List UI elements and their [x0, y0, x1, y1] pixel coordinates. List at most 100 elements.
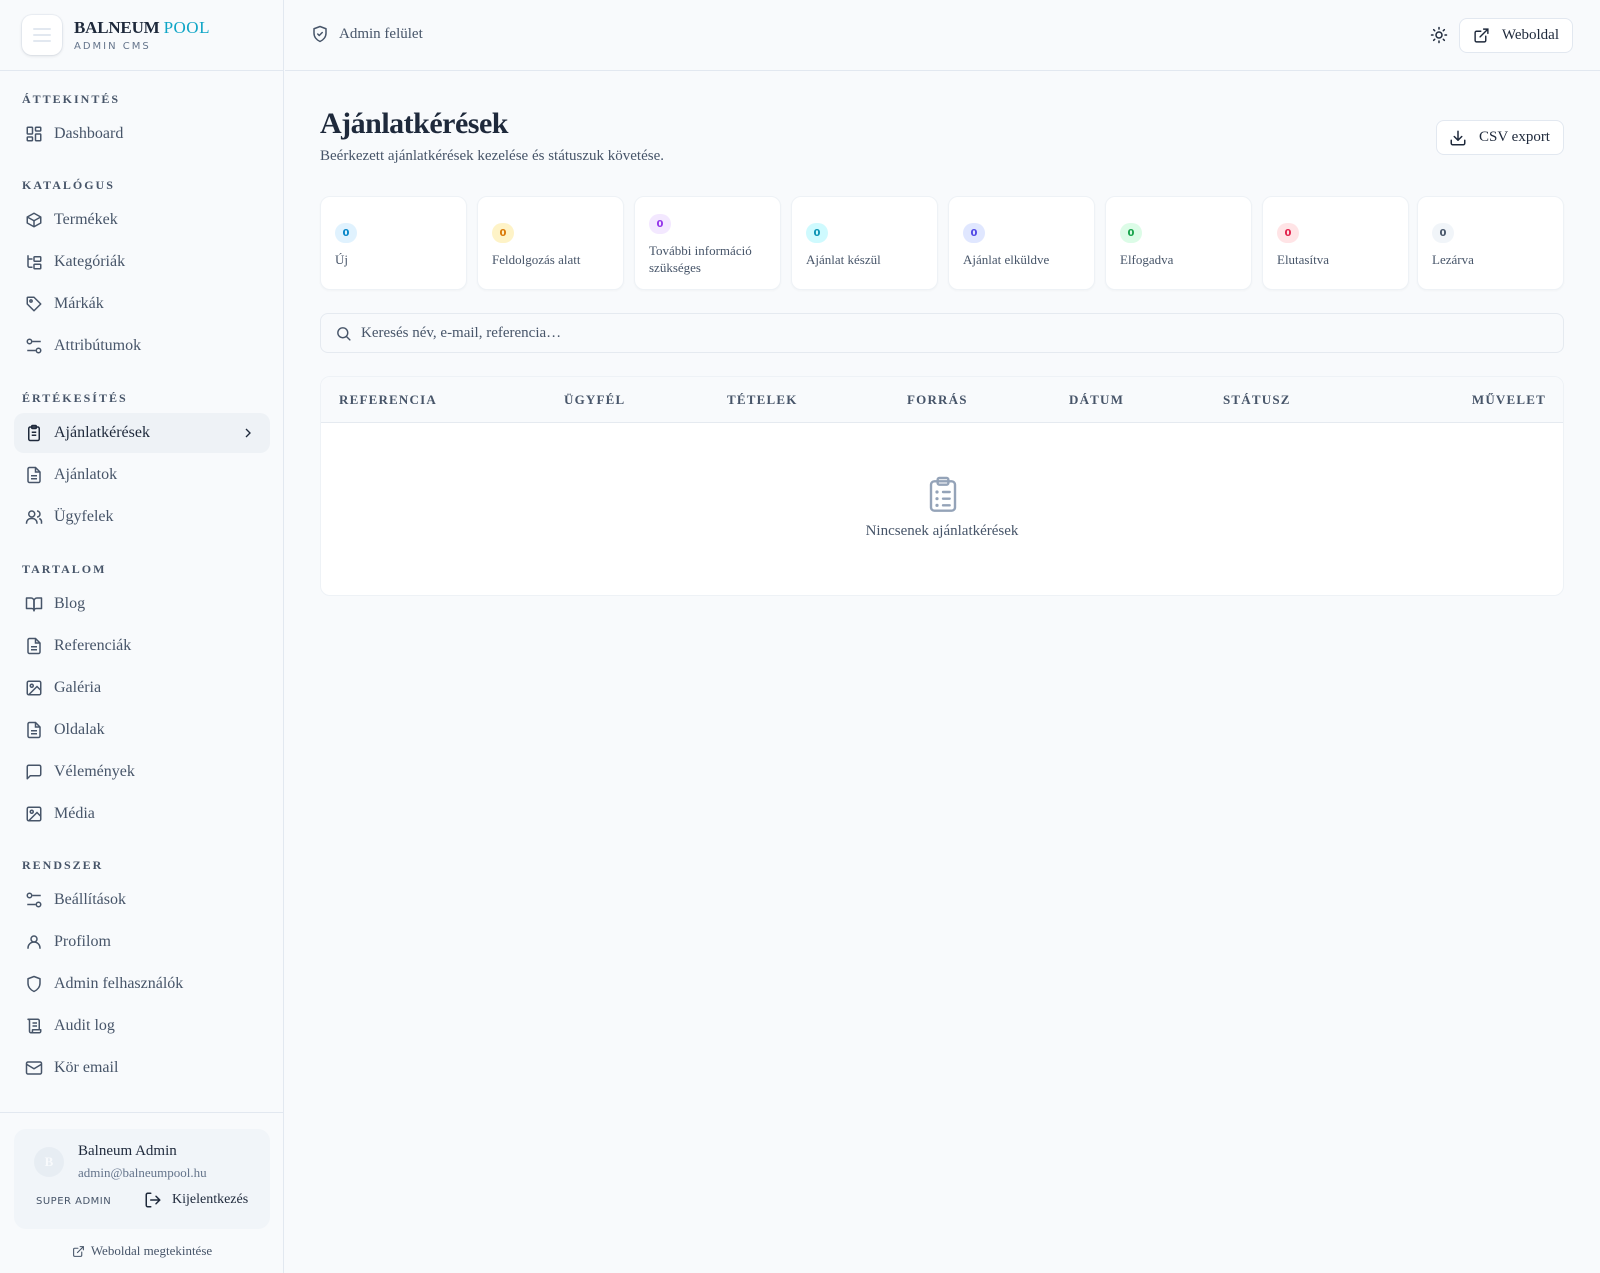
tag-icon — [26, 296, 42, 312]
user-name: Balneum Admin — [78, 1143, 177, 1159]
sidebar-item-label: Admin felhasználók — [54, 975, 184, 992]
sidebar-item-label: Ajánlatkérések — [54, 424, 150, 441]
sidebar-item-newsletter[interactable]: Kör email — [14, 1048, 270, 1088]
external-link-icon — [72, 1245, 84, 1257]
search-input[interactable] — [361, 314, 1541, 352]
message-icon — [26, 764, 42, 780]
sidebar-item-label: Kör email — [54, 1059, 119, 1076]
status-card-new[interactable]: 0 Új — [320, 196, 467, 290]
nav-section-system: RENDSZER — [22, 858, 104, 872]
nav-section-catalog: KATALÓGUS — [22, 178, 115, 192]
sidebar-item-label: Beállítások — [54, 891, 126, 908]
image-icon — [26, 680, 42, 696]
column-header-items[interactable]: TÉTELEK — [727, 392, 798, 408]
sidebar-item-settings[interactable]: Beállítások — [14, 880, 270, 920]
view-site-label: Weboldal megtekintése — [90, 1243, 213, 1258]
top-bar: Admin felület Weboldal — [285, 0, 1600, 71]
sidebar-item-profile[interactable]: Profilom — [14, 922, 270, 962]
menu-toggle-button[interactable] — [22, 15, 62, 55]
count-badge: 0 — [335, 223, 357, 243]
sidebar-item-label: Termékek — [54, 211, 118, 228]
brand-name: BALNEUM POOL — [74, 17, 210, 37]
logout-icon — [145, 1192, 161, 1208]
view-site-link[interactable]: Weboldal megtekintése — [0, 1243, 284, 1259]
sidebar-item-label: Dashboard — [54, 125, 124, 142]
sidebar-item-label: Vélemények — [54, 763, 135, 780]
sidebar-item-label: Kategóriák — [54, 253, 126, 270]
status-card-quote-sent[interactable]: 0 Ajánlat elküldve — [948, 196, 1095, 290]
sidebar-item-quotes[interactable]: Ajánlatok — [14, 455, 270, 495]
sidebar-item-gallery[interactable]: Galéria — [14, 668, 270, 708]
users-icon — [25, 510, 43, 524]
sidebar-item-blog[interactable]: Blog — [14, 584, 270, 624]
user-card: B Balneum Admin admin@balneumpool.hu SUP… — [14, 1129, 270, 1229]
status-card-accepted[interactable]: 0 Elfogadva — [1105, 196, 1252, 290]
status-card-quote-in-progress[interactable]: 0 Ajánlat készül — [791, 196, 938, 290]
search-icon — [337, 327, 351, 341]
status-card-closed[interactable]: 0 Lezárva — [1417, 196, 1564, 290]
sidebar-item-products[interactable]: Termékek — [14, 200, 270, 240]
column-header-source[interactable]: FORRÁS — [907, 392, 968, 408]
clipboard-list-icon — [929, 476, 957, 512]
sidebar-item-customers[interactable]: Ügyfelek — [14, 497, 270, 537]
scroll-icon — [27, 1018, 42, 1034]
sidebar-item-quote-requests[interactable]: Ajánlatkérések — [14, 413, 270, 453]
status-filter-cards: 0 Új 0 Feldolgozás alatt 0 További infor… — [320, 196, 1564, 290]
sidebar-item-label: Oldalak — [54, 721, 105, 738]
document-icon — [27, 721, 41, 739]
status-label: Elfogadva — [1120, 252, 1174, 267]
mail-icon — [25, 1061, 43, 1075]
count-badge: 0 — [1277, 223, 1299, 243]
theme-toggle-button[interactable] — [1430, 26, 1448, 44]
count-badge: 0 — [806, 223, 828, 243]
status-card-rejected[interactable]: 0 Elutasítva — [1262, 196, 1409, 290]
website-button[interactable]: Weboldal — [1458, 18, 1573, 53]
count-badge: 0 — [492, 223, 514, 243]
shield-check-icon — [313, 25, 327, 43]
column-header-customer[interactable]: ÜGYFÉL — [564, 392, 625, 408]
sun-icon — [1430, 26, 1448, 44]
column-header-reference[interactable]: REFERENCIA — [339, 392, 437, 408]
sidebar-item-attributes[interactable]: Attribútumok — [14, 326, 270, 366]
user-panel: B Balneum Admin admin@balneumpool.hu SUP… — [0, 1112, 284, 1273]
column-header-actions: MŰVELET — [1471, 392, 1546, 407]
status-card-processing[interactable]: 0 Feldolgozás alatt — [477, 196, 624, 290]
column-header-date[interactable]: DÁTUM — [1069, 392, 1124, 408]
nav-section-sales: ÉRTÉKESÍTÉS — [22, 391, 128, 405]
sidebar-item-label: Audit log — [54, 1017, 115, 1034]
nav-section-content: TARTALOM — [22, 562, 107, 576]
sidebar-item-admin-users[interactable]: Admin felhasználók — [14, 964, 270, 1004]
status-label: Új — [335, 252, 348, 267]
sidebar-item-dashboard[interactable]: Dashboard — [14, 114, 270, 154]
sidebar-item-label: Referenciák — [54, 637, 132, 654]
csv-export-button[interactable]: CSV export — [1436, 120, 1564, 155]
dashboard-icon — [26, 126, 42, 142]
count-badge: 0 — [1432, 223, 1454, 243]
sidebar-item-categories[interactable]: Kategóriák — [14, 242, 270, 282]
user-email: admin@balneumpool.hu — [78, 1165, 207, 1180]
status-card-info-needed[interactable]: 0 További információ szükséges — [634, 196, 781, 290]
sidebar-item-audit-log[interactable]: Audit log — [14, 1006, 270, 1046]
quote-requests-table: REFERENCIA ÜGYFÉL TÉTELEK FORRÁS DÁTUM S… — [320, 376, 1564, 596]
external-link-icon — [1474, 28, 1489, 43]
box-icon — [26, 212, 42, 228]
breadcrumb: Admin felület — [311, 25, 423, 43]
status-label: További információ szükséges — [649, 243, 752, 275]
folder-tree-icon — [27, 255, 42, 270]
sidebar-item-pages[interactable]: Oldalak — [14, 710, 270, 750]
sidebar-item-label: Blog — [54, 595, 86, 612]
sidebar-item-media[interactable]: Média — [14, 794, 270, 834]
column-header-status[interactable]: STÁTUSZ — [1223, 392, 1291, 408]
status-label: Elutasítva — [1277, 252, 1329, 267]
sidebar-item-references[interactable]: Referenciák — [14, 626, 270, 666]
sidebar-item-brands[interactable]: Márkák — [14, 284, 270, 324]
sidebar-item-reviews[interactable]: Vélemények — [14, 752, 270, 792]
role-badge: SUPER ADMIN — [36, 1196, 112, 1207]
user-icon — [27, 935, 41, 949]
sidebar-item-label: Média — [54, 805, 95, 822]
sidebar-item-label: Profilom — [54, 933, 111, 950]
logout-button[interactable]: Kijelentkezés — [144, 1191, 248, 1209]
sliders-icon — [26, 892, 42, 908]
brand: BALNEUM POOL ADMIN CMS — [0, 0, 283, 71]
status-label: Lezárva — [1432, 252, 1474, 267]
